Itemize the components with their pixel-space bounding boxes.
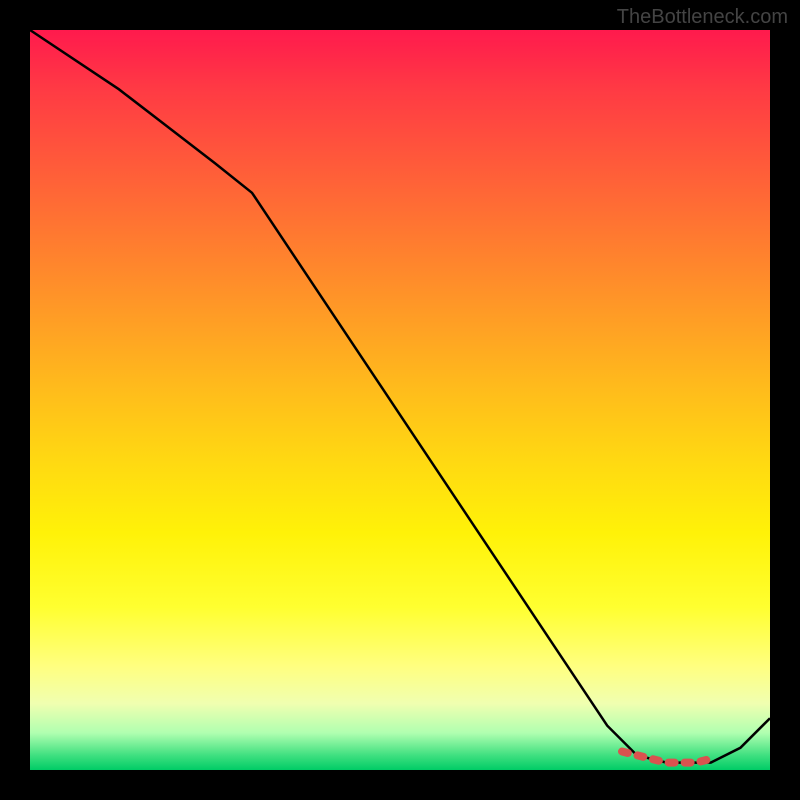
chart-svg xyxy=(30,30,770,770)
marker-band xyxy=(622,752,711,763)
marker-band-path xyxy=(622,752,711,763)
plot-area xyxy=(30,30,770,770)
curve-line xyxy=(30,30,770,763)
chart-frame xyxy=(0,0,800,800)
watermark-text: TheBottleneck.com xyxy=(617,6,788,29)
line-series-curve xyxy=(30,30,770,763)
